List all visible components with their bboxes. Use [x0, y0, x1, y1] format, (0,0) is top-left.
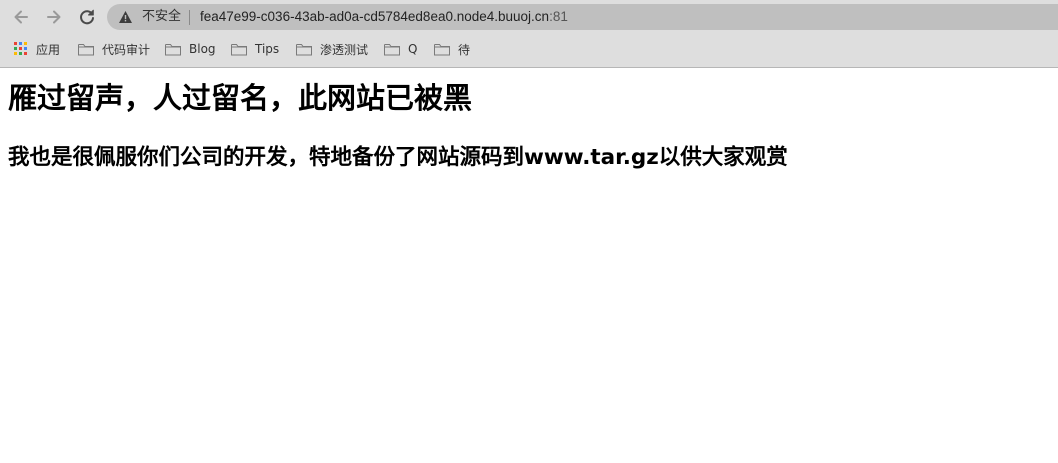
browser-toolbar: 不安全 fea47e99-c036-43ab-ad0a-cd5784ed8ea0…: [0, 0, 1058, 35]
reload-icon: [80, 9, 94, 25]
bookmark-apps[interactable]: 应用: [14, 35, 60, 63]
bookmark-folder-blog[interactable]: Blog: [165, 35, 216, 63]
arrow-left-icon: [14, 10, 28, 24]
bookmark-label: Q: [408, 42, 418, 56]
bookmark-folder-tips[interactable]: Tips: [231, 35, 279, 63]
url-host: fea47e99-c036-43ab-ad0a-cd5784ed8ea0.nod…: [200, 9, 550, 24]
folder-icon: [434, 43, 450, 55]
arrow-right-icon: [47, 10, 61, 24]
folder-icon: [296, 43, 312, 55]
omnibox-divider: [189, 10, 190, 25]
bookmark-label: 代码审计: [102, 42, 151, 57]
page-subheading: 我也是很佩服你们公司的开发，特地备份了网站源码到www.tar.gz以供大家观赏: [8, 145, 788, 170]
apps-grid-icon: [14, 42, 27, 55]
warning-icon[interactable]: [118, 10, 133, 24]
folder-icon: [231, 43, 247, 55]
bookmark-folder-code-audit[interactable]: 代码审计: [78, 35, 150, 63]
bookmark-label: Tips: [255, 42, 280, 56]
bookmark-label: 待: [458, 42, 471, 57]
reload-button[interactable]: [76, 6, 98, 28]
bookmark-folder-q[interactable]: Q: [384, 35, 417, 63]
bookmarks-bar: 应用 代码审计 Blog Tips 渗透测试 Q 待: [0, 35, 1058, 68]
forward-button[interactable]: [43, 6, 65, 28]
address-bar[interactable]: 不安全 fea47e99-c036-43ab-ad0a-cd5784ed8ea0…: [107, 4, 1058, 30]
url-port: :81: [549, 9, 568, 24]
folder-icon: [78, 43, 94, 55]
bookmark-folder-pentest[interactable]: 渗透测试: [296, 35, 368, 63]
bookmark-label: Blog: [189, 42, 216, 56]
bookmark-label: 渗透测试: [320, 42, 369, 57]
folder-icon: [165, 43, 181, 55]
bookmark-folder-pending[interactable]: 待: [434, 35, 470, 63]
back-button[interactable]: [10, 6, 32, 28]
folder-icon: [384, 43, 400, 55]
security-status-label[interactable]: 不安全: [142, 9, 181, 25]
url-text[interactable]: fea47e99-c036-43ab-ad0a-cd5784ed8ea0.nod…: [200, 9, 568, 25]
bookmark-label: 应用: [36, 42, 61, 57]
page-heading: 雁过留声，人过留名，此网站已被黑: [8, 81, 473, 115]
